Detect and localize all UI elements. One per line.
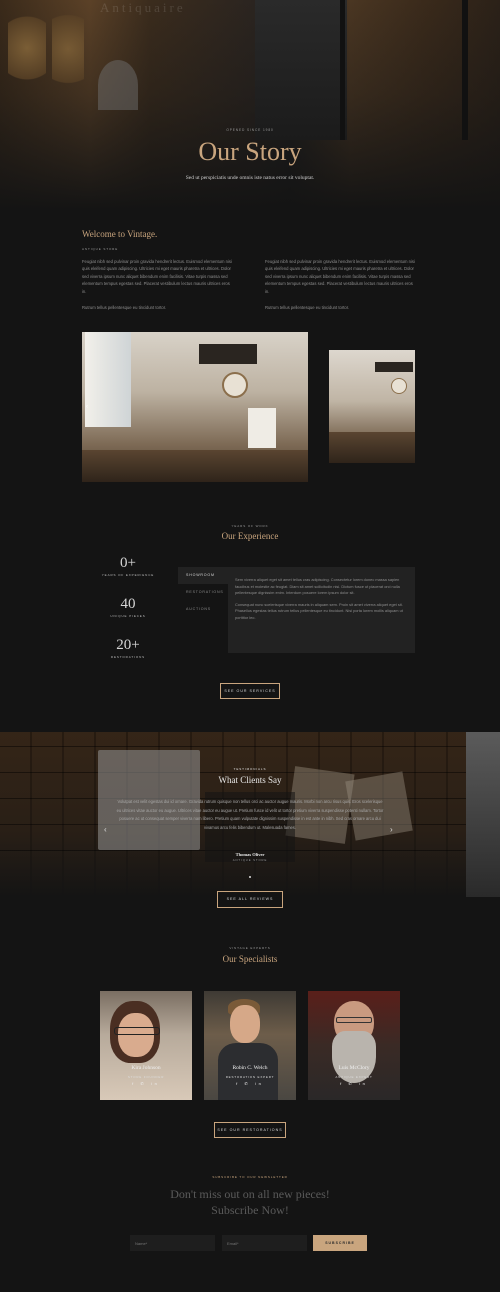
small-wall-shelf	[375, 362, 413, 372]
testimonial-next-arrow[interactable]: ›	[390, 825, 393, 834]
hero-subtitle: Sed ut perspiciatis unde omnis iste natu…	[185, 175, 315, 181]
tab-panel-p2: Consequat nunc scelerisque viverra mauri…	[235, 601, 403, 620]
stat-label: Unique Pieces	[110, 614, 146, 618]
experience-title: Our Experience	[221, 531, 279, 541]
avatar	[230, 1005, 260, 1043]
newsletter-title-line1: Don't miss out on all new pieces!	[170, 1187, 330, 1201]
avatar	[118, 1013, 154, 1057]
hero-ornament-left	[8, 8, 46, 88]
gallery-image-small[interactable]	[329, 350, 415, 463]
gallery-prev-icon[interactable]: ‹	[86, 404, 88, 410]
stat-label: Restorations	[110, 655, 146, 659]
testimonials-eyebrow: Testimonials	[233, 767, 267, 771]
welcome-col1-p2: Rutrum tellus pellentesque eu tincidunt …	[82, 305, 167, 310]
social-icons[interactable]: f ✆ in	[204, 1081, 296, 1086]
specialist-name: Luis McClory	[338, 1065, 370, 1071]
stat-years: 0+ Years of Experience	[93, 555, 163, 577]
specialists-title: Our Specialists	[222, 954, 278, 964]
newsletter-title-line2: Subscribe Now!	[211, 1203, 289, 1217]
experience-tabs: Showroom Restorations Auctions	[178, 567, 228, 618]
see-services-button[interactable]: See our services	[220, 683, 280, 699]
hero-door-frame	[340, 0, 345, 140]
window	[85, 332, 131, 427]
social-icons[interactable]: f ✆ in	[100, 1081, 192, 1086]
tab-auctions[interactable]: Auctions	[178, 601, 228, 618]
social-icons[interactable]: f ✆ in	[308, 1081, 400, 1086]
hero-figure	[98, 60, 138, 110]
stat-value: 0+	[120, 555, 136, 571]
drawer-row	[0, 746, 470, 747]
email-input[interactable]	[222, 1235, 307, 1251]
specialist-name: Robin C. Welch	[232, 1065, 268, 1071]
specialists-eyebrow: Vintage Experts	[229, 946, 271, 950]
specialist-name: Kira Johnson	[131, 1065, 161, 1071]
specialist-card-2[interactable]: Robin C. Welch Restoration Expert f ✆ in	[204, 991, 296, 1100]
tab-panel-p1: Sem viverra aliquet eget sit amet tellus…	[235, 577, 400, 596]
specialist-role: Store Founder	[127, 1075, 165, 1079]
hero-wall	[255, 0, 347, 140]
subscribe-button[interactable]: Subscribe	[313, 1235, 367, 1251]
white-cabinet	[248, 408, 276, 448]
jacket	[218, 1043, 278, 1100]
testimonials-section: Testimonials What Clients Say Volutpat e…	[0, 732, 500, 897]
wall-shelf	[199, 344, 257, 364]
testimonial-quote: Volutpat est velit egestas dui id ornare…	[116, 799, 384, 830]
floor-furniture	[82, 450, 308, 482]
testimonial-dot[interactable]	[249, 876, 251, 878]
testimonials-title: What Clients Say	[218, 775, 282, 785]
stat-value: 20+	[116, 637, 140, 653]
side-wall	[466, 732, 500, 897]
welcome-col2-p2: Rutrum tellus pellentesque eu tincidunt …	[265, 305, 350, 310]
welcome-col2-p1: Feugiat nibh sed pulvinar proin gravida …	[265, 259, 415, 294]
welcome-col1-p1: Feugiat nibh sed pulvinar proin gravida …	[82, 259, 232, 294]
small-floor-furniture	[329, 432, 415, 463]
see-restorations-button[interactable]: See our restorations	[214, 1122, 286, 1138]
experience-eyebrow: Years of work	[231, 524, 269, 528]
specialist-card-3[interactable]: Luis McClory Antique Expert f ✆ in	[308, 991, 400, 1100]
gallery-image-large[interactable]: ‹	[82, 332, 308, 482]
stat-pieces: 40 Unique Pieces	[93, 596, 163, 618]
hero-sign-text: Antiquaire	[100, 0, 186, 15]
glasses-icon	[336, 1017, 372, 1023]
hero-door-frame-right	[462, 0, 468, 140]
stat-label: Years of Experience	[101, 573, 155, 577]
name-input[interactable]	[130, 1235, 215, 1251]
specialist-card-1[interactable]: Kira Johnson Store Founder f ✆ in	[100, 991, 192, 1100]
see-reviews-button[interactable]: See all reviews	[217, 891, 283, 908]
welcome-title: Welcome to Vintage.	[82, 229, 158, 239]
specialist-role: Antique Expert	[335, 1075, 373, 1079]
tab-restorations[interactable]: Restorations	[178, 584, 228, 601]
newsletter-eyebrow: Subscribe to our newsletter	[212, 1175, 288, 1179]
stat-restorations: 20+ Restorations	[93, 637, 163, 659]
welcome-eyebrow: Antique Store	[82, 247, 119, 251]
testimonial-author: Thomas Oliver	[235, 852, 265, 857]
testimonial-role: Antique Store	[232, 858, 268, 862]
testimonial-prev-arrow[interactable]: ‹	[104, 825, 107, 834]
wall-clock	[222, 372, 248, 398]
tab-showroom[interactable]: Showroom	[178, 567, 228, 584]
hero-ornament-center	[52, 4, 84, 94]
hero-section: Antiquaire Opened since 1980 Our Story S…	[0, 0, 500, 210]
hero-eyebrow: Opened since 1980	[226, 128, 274, 132]
specialist-role: Restoration Expert	[225, 1075, 275, 1079]
small-wall-clock	[391, 378, 407, 394]
tab-panel: Sem viverra aliquet eget sit amet tellus…	[228, 567, 415, 653]
stat-value: 40	[120, 596, 136, 612]
glasses-icon	[114, 1027, 160, 1035]
page-title: Our Story	[198, 137, 302, 166]
